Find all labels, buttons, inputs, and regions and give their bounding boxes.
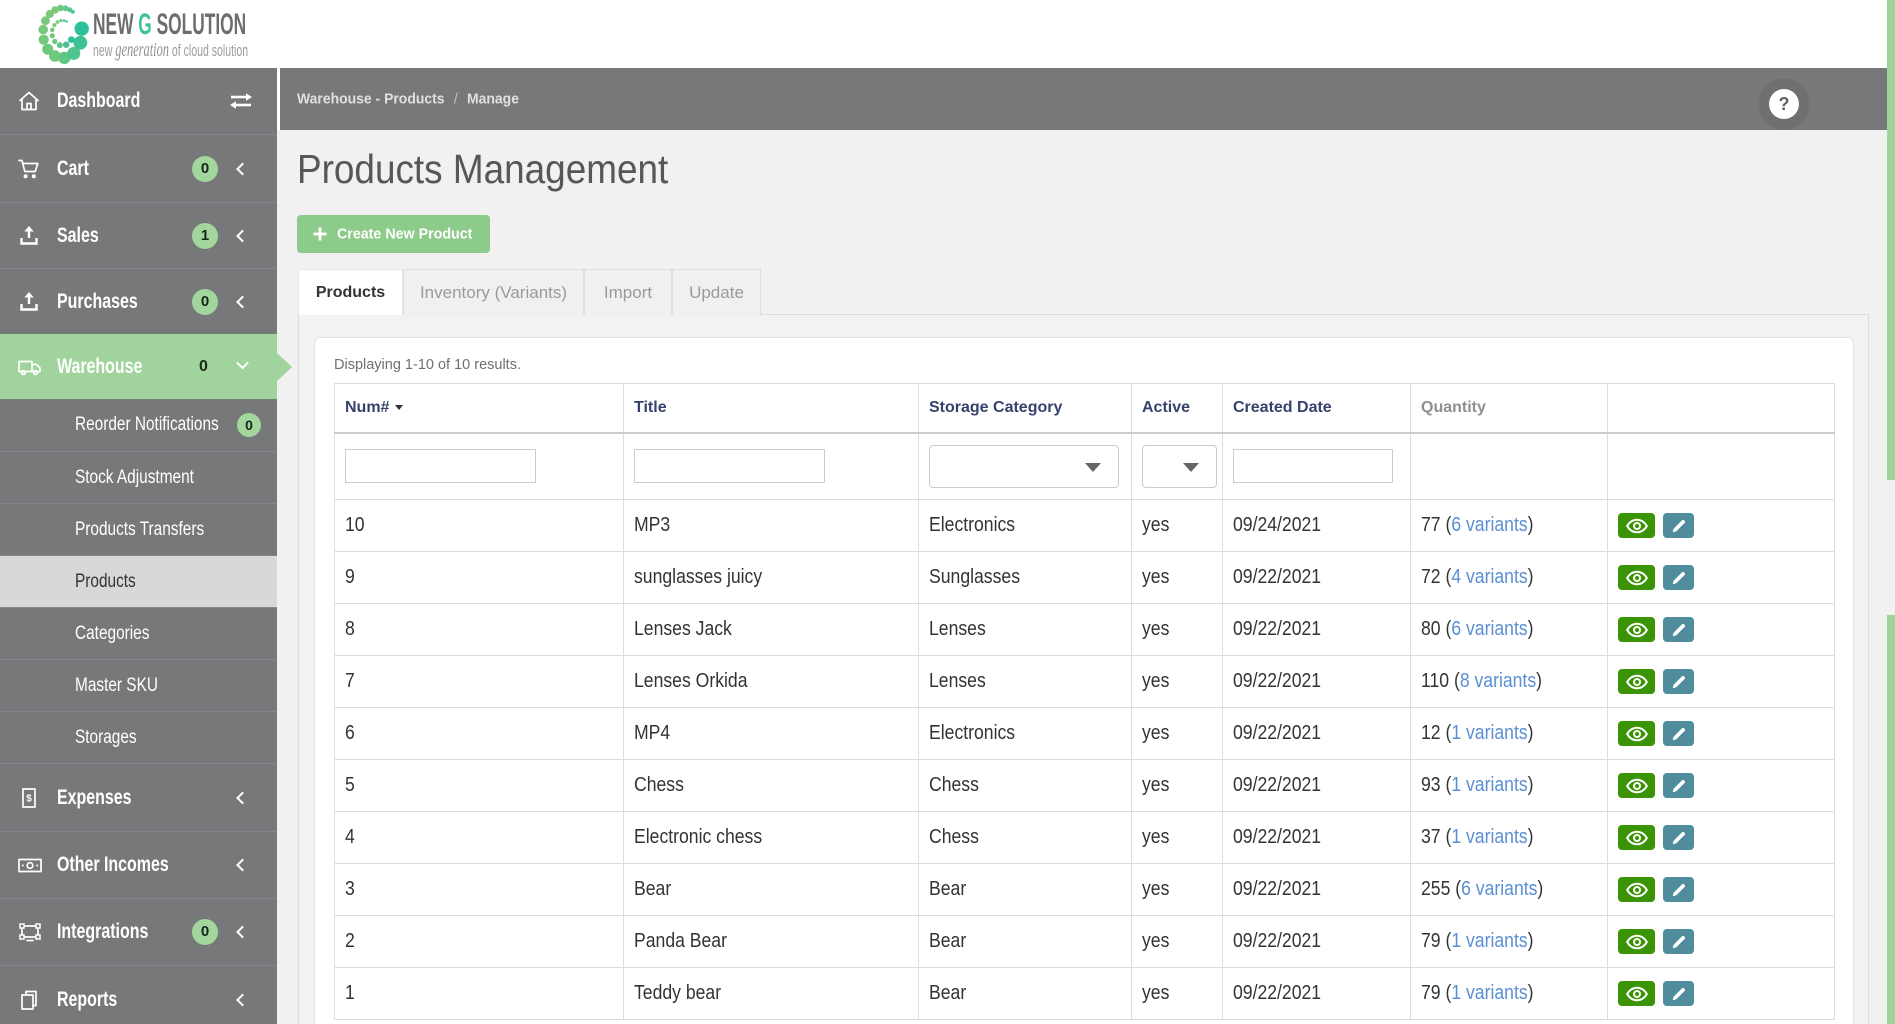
- svg-text:$: $: [26, 793, 32, 804]
